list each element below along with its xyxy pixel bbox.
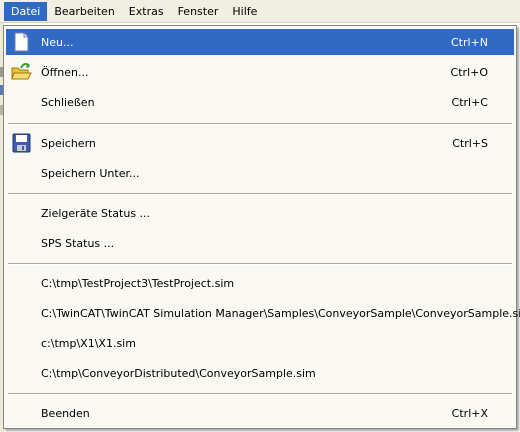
menu-item-plc-status-label: SPS Status ... (41, 236, 115, 250)
menu-item-save-as[interactable]: Speichern Unter... (6, 160, 514, 186)
menu-bar: Datei Bearbeiten Extras Fenster Hilfe (0, 0, 520, 23)
menu-hilfe[interactable]: Hilfe (225, 2, 264, 21)
recent-file-label: c:\tmp\X1\X1.sim (41, 336, 136, 350)
menu-item-save-as-label: Speichern Unter... (41, 166, 140, 180)
menu-item-save[interactable]: Speichern Ctrl+S (6, 130, 514, 156)
recent-file-label: C:\tmp\ConveyorDistributed\ConveyorSampl… (41, 366, 316, 380)
menu-item-close-label: Schließen (41, 95, 95, 109)
menu-item-open[interactable]: Öffnen... Ctrl+O (6, 59, 514, 85)
menu-item-save-label: Speichern (41, 136, 96, 150)
menu-item-target-status-label: Zielgeräte Status ... (41, 206, 151, 220)
menu-item-new-label: Neu... (41, 35, 74, 49)
menu-separator (8, 123, 512, 125)
menu-item-recent-file[interactable]: C:\tmp\ConveyorDistributed\ConveyorSampl… (6, 360, 514, 386)
menu-item-save-shortcut: Ctrl+S (452, 136, 488, 150)
menu-extras[interactable]: Extras (122, 2, 171, 21)
menu-bearbeiten[interactable]: Bearbeiten (47, 2, 121, 21)
floppy-disk-icon (10, 133, 32, 153)
menu-separator (8, 393, 512, 395)
menu-item-exit[interactable]: Beenden Ctrl+X (6, 400, 514, 426)
new-document-icon (10, 32, 32, 52)
menu-separator (8, 263, 512, 265)
menu-separator (8, 193, 512, 195)
open-folder-icon (10, 62, 32, 82)
menu-item-recent-file[interactable]: C:\TwinCAT\TwinCAT Simulation Manager\Sa… (6, 300, 520, 326)
menu-item-target-status[interactable]: Zielgeräte Status ... (6, 200, 514, 226)
menu-item-close[interactable]: Schließen Ctrl+C (6, 89, 514, 115)
menu-fenster[interactable]: Fenster (171, 2, 226, 21)
menu-item-recent-file[interactable]: C:\tmp\TestProject3\TestProject.sim (6, 270, 514, 296)
recent-file-label: C:\tmp\TestProject3\TestProject.sim (41, 276, 235, 290)
recent-file-label: C:\TwinCAT\TwinCAT Simulation Manager\Sa… (41, 306, 520, 320)
menu-item-exit-shortcut: Ctrl+X (451, 406, 488, 420)
menu-item-open-label: Öffnen... (41, 65, 89, 79)
menu-item-recent-file[interactable]: c:\tmp\X1\X1.sim (6, 330, 514, 356)
menu-item-plc-status[interactable]: SPS Status ... (6, 230, 514, 256)
menu-item-open-shortcut: Ctrl+O (450, 65, 488, 79)
menu-item-close-shortcut: Ctrl+C (451, 95, 488, 109)
menu-datei[interactable]: Datei (4, 1, 48, 21)
file-menu-dropdown: Neu... Ctrl+N Öffnen... Ctrl+O Schließen… (3, 25, 520, 429)
menu-item-new-shortcut: Ctrl+N (450, 35, 488, 49)
menu-item-exit-label: Beenden (41, 406, 90, 420)
menu-item-new[interactable]: Neu... Ctrl+N (6, 29, 514, 55)
